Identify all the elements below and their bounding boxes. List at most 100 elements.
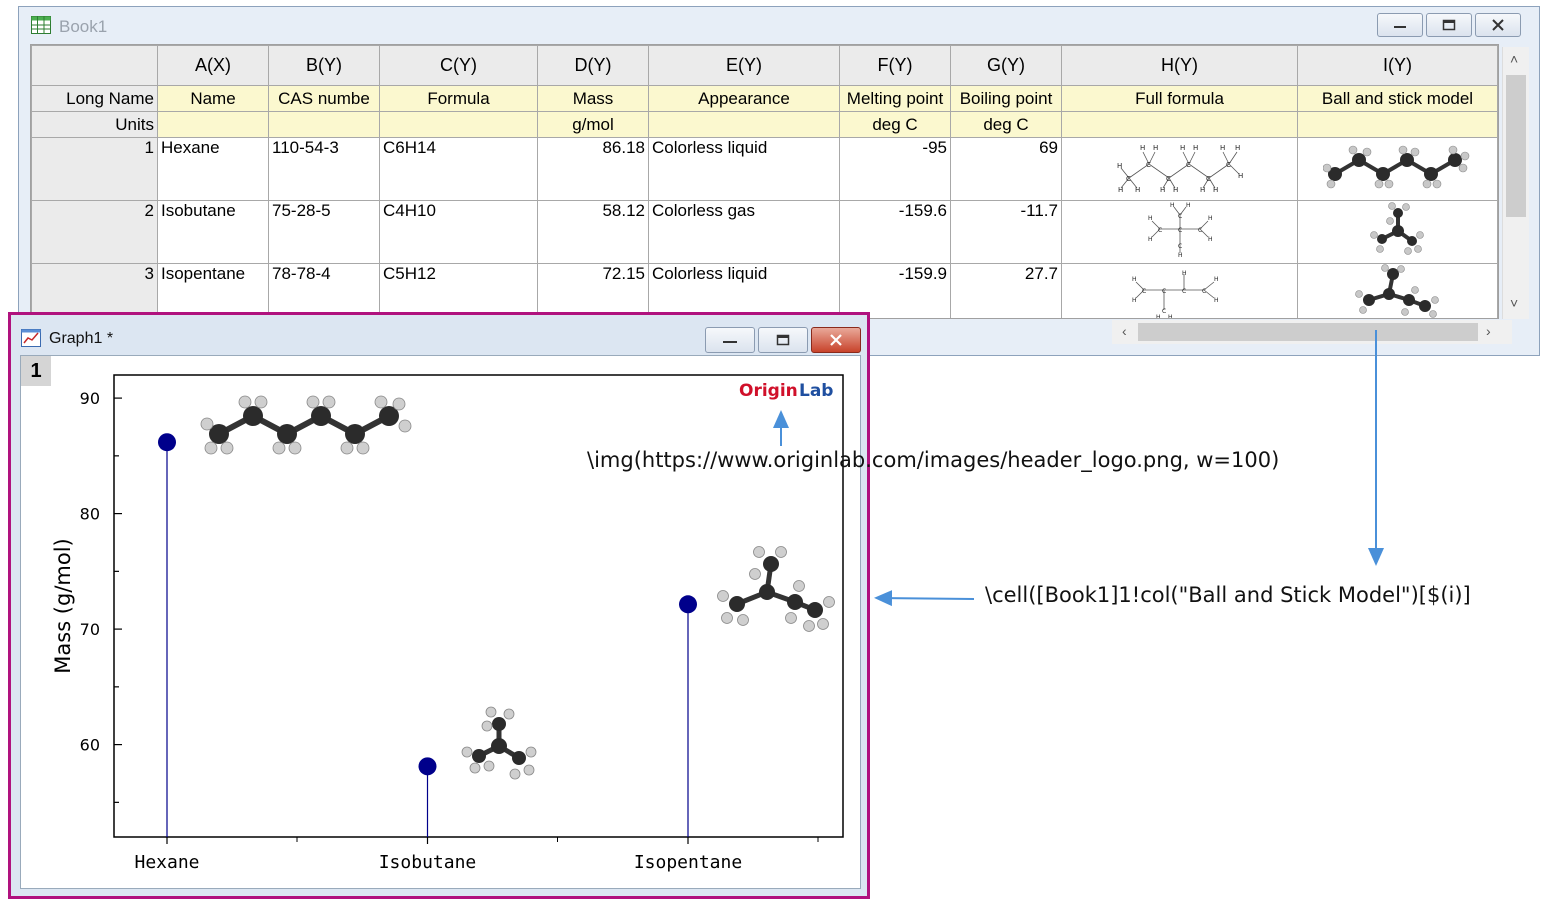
cell-full-formula[interactable]: CCCCCH HHHHHH	[1061, 263, 1298, 319]
cell-mass[interactable]: 86.18	[537, 137, 649, 201]
worksheet-grid[interactable]: A(X) B(Y) C(Y) D(Y) E(Y) F(Y) G(Y) H(Y) …	[30, 44, 1499, 319]
svg-text:H: H	[1200, 186, 1205, 194]
long-name-cell[interactable]: Ball and stick model	[1297, 85, 1498, 112]
units-cell[interactable]	[379, 111, 538, 138]
long-name-cell[interactable]: Melting point	[839, 85, 951, 112]
column-header-b[interactable]: B(Y)	[268, 45, 380, 86]
units-cell[interactable]: g/mol	[537, 111, 649, 138]
cell-mass[interactable]: 72.15	[537, 263, 649, 318]
units-cell[interactable]	[648, 111, 840, 138]
data-point[interactable]	[158, 433, 176, 452]
cell-formula[interactable]: C4H10	[379, 200, 538, 264]
cell-appearance[interactable]: Colorless gas	[648, 200, 840, 264]
units-label[interactable]: Units	[31, 111, 158, 138]
units-cell[interactable]: deg C	[839, 111, 951, 138]
cell-cas[interactable]: 110-54-3	[268, 137, 380, 201]
logo-text-origin: Origin	[739, 381, 798, 401]
minimize-button[interactable]	[705, 327, 755, 353]
svg-text:C: C	[1182, 288, 1186, 295]
column-header-h[interactable]: H(Y)	[1061, 45, 1298, 86]
svg-text:C: C	[1178, 243, 1182, 250]
hexane-ball-stick-icon	[1322, 145, 1469, 189]
svg-text:H: H	[1170, 202, 1175, 209]
horizontal-scrollbar[interactable]: ‹ ›	[1112, 320, 1512, 344]
cell-boiling-point[interactable]: -11.7	[950, 200, 1062, 264]
svg-text:H: H	[1132, 297, 1137, 304]
svg-text:C: C	[1206, 175, 1211, 183]
cell-name[interactable]: Isobutane	[157, 200, 269, 264]
cell-cas[interactable]: 75-28-5	[268, 200, 380, 264]
row-index[interactable]: 2	[31, 200, 158, 264]
vertical-scrollbar[interactable]: ˄ ˅	[1502, 47, 1529, 319]
layer-badge[interactable]: 1	[21, 356, 51, 386]
workbook-title: Book1	[59, 17, 108, 36]
scroll-left-icon[interactable]: ‹	[1122, 323, 1127, 339]
cell-ball-stick[interactable]	[1297, 137, 1498, 201]
close-button[interactable]	[811, 327, 861, 353]
long-name-cell[interactable]: Boiling point	[950, 85, 1062, 112]
long-name-cell[interactable]: Formula	[379, 85, 538, 112]
column-header-d[interactable]: D(Y)	[537, 45, 649, 86]
long-name-cell[interactable]: Mass	[537, 85, 649, 112]
x-axis-ticks	[166, 837, 819, 844]
graph-page[interactable]: 1 60 70 80 90 Mass (g/mol) Hexane Isobutane I…	[20, 355, 861, 889]
cell-appearance[interactable]: Colorless liquid	[648, 137, 840, 201]
column-header-a[interactable]: A(X)	[157, 45, 269, 86]
maximize-button[interactable]	[758, 327, 808, 353]
minimize-button[interactable]	[1377, 13, 1423, 37]
maximize-button[interactable]	[1426, 13, 1472, 37]
units-cell[interactable]: deg C	[950, 111, 1062, 138]
cell-mass[interactable]: 58.12	[537, 200, 649, 264]
close-button[interactable]	[1475, 13, 1521, 37]
graph-titlebar[interactable]: Graph1 *	[11, 315, 867, 355]
units-cell[interactable]	[268, 111, 380, 138]
svg-text:H: H	[1168, 314, 1173, 319]
cell-melting-point[interactable]: -159.9	[839, 263, 951, 318]
row-index[interactable]: 3	[31, 263, 158, 318]
long-name-label[interactable]: Long Name	[31, 85, 158, 112]
chart-svg[interactable]: 60 70 80 90 Mass (g/mol) Hexane Isobutane Iso…	[21, 356, 860, 888]
cell-cas[interactable]: 78-78-4	[268, 263, 380, 318]
scroll-right-icon[interactable]: ›	[1486, 323, 1491, 339]
x-category-label: Hexane	[134, 852, 199, 873]
units-cell[interactable]	[1061, 111, 1298, 138]
svg-text:H: H	[1173, 186, 1178, 194]
units-cell[interactable]	[1297, 111, 1498, 138]
vertical-scroll-thumb[interactable]	[1506, 75, 1526, 217]
data-point[interactable]	[679, 595, 697, 614]
column-header-c[interactable]: C(Y)	[379, 45, 538, 86]
cell-formula[interactable]: C6H14	[379, 137, 538, 201]
units-cell[interactable]	[157, 111, 269, 138]
long-name-cell[interactable]: Appearance	[648, 85, 840, 112]
long-name-cell[interactable]: CAS numbe	[268, 85, 380, 112]
cell-appearance[interactable]: Colorless liquid	[648, 263, 840, 318]
cell-full-formula[interactable]: CCCCC HHHH HHH	[1061, 200, 1298, 264]
cell-ball-stick[interactable]	[1297, 200, 1498, 264]
column-header-f[interactable]: F(Y)	[839, 45, 951, 86]
workbook-titlebar[interactable]: Book1	[19, 7, 1539, 43]
cell-boiling-point[interactable]: 69	[950, 137, 1062, 201]
cell-name[interactable]: Hexane	[157, 137, 269, 201]
cell-boiling-point[interactable]: 27.7	[950, 263, 1062, 318]
cell-full-formula[interactable]: CCC CCC HHH HHHH HHHH HHH	[1061, 137, 1298, 201]
column-header-g[interactable]: G(Y)	[950, 45, 1062, 86]
svg-text:C: C	[1142, 288, 1146, 295]
isopentane-ball-stick-icon	[1354, 264, 1439, 318]
data-point[interactable]	[418, 757, 437, 776]
long-name-cell[interactable]: Full formula	[1061, 85, 1298, 112]
horizontal-scroll-thumb[interactable]	[1138, 323, 1478, 341]
cell-name[interactable]: Isopentane	[157, 263, 269, 318]
scroll-up-icon[interactable]: ˄	[1510, 51, 1518, 67]
maximize-icon	[1442, 19, 1456, 31]
corner-cell[interactable]	[31, 45, 158, 86]
row-index[interactable]: 1	[31, 137, 158, 201]
long-name-cell[interactable]: Name	[157, 85, 269, 112]
worksheet-table: A(X) B(Y) C(Y) D(Y) E(Y) F(Y) G(Y) H(Y) …	[31, 45, 1498, 319]
cell-melting-point[interactable]: -95	[839, 137, 951, 201]
scroll-down-icon[interactable]: ˅	[1510, 295, 1518, 311]
cell-ball-stick[interactable]	[1297, 263, 1498, 318]
cell-formula[interactable]: C5H12	[379, 263, 538, 318]
column-header-i[interactable]: I(Y)	[1297, 45, 1498, 86]
column-header-e[interactable]: E(Y)	[648, 45, 840, 86]
cell-melting-point[interactable]: -159.6	[839, 200, 951, 264]
